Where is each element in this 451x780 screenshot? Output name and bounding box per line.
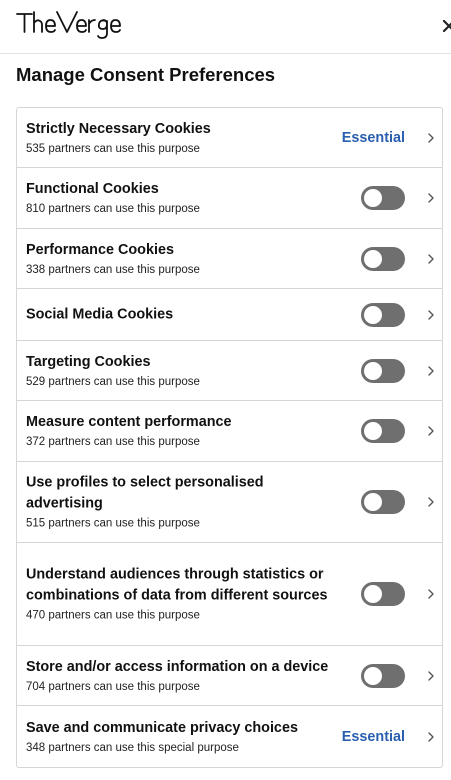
toggle-knob — [364, 493, 382, 511]
page-title: Manage Consent Preferences — [16, 64, 276, 85]
consent-title: Understand audiences through statistics … — [26, 566, 328, 604]
consent-list: Strictly Necessary Cookies 535 partners c… — [16, 107, 443, 768]
toggle-knob — [364, 305, 382, 324]
consent-toggle[interactable] — [361, 186, 405, 210]
consent-row-performance-cookies[interactable]: Performance Cookies 338 partners can use … — [16, 229, 443, 289]
consent-title: Save and communicate privacy choices — [26, 719, 298, 736]
consent-row-text: Measure content performance 372 partners … — [26, 412, 332, 450]
close-icon[interactable] — [441, 14, 451, 38]
consent-title: Performance Cookies — [26, 241, 174, 258]
consent-row-text: Social Media Cookies — [26, 304, 332, 325]
essential-label: Essential — [341, 129, 405, 146]
partner-count: 529 partners can use this purpose — [26, 375, 200, 388]
chevron-right-icon[interactable] — [427, 365, 435, 377]
chevron-right-icon[interactable] — [427, 253, 435, 265]
consent-row-text: Store and/or access information on a dev… — [26, 657, 332, 695]
consent-row-strictly-necessary-cookies[interactable]: Strictly Necessary Cookies 535 partners c… — [16, 107, 443, 168]
toggle-knob — [364, 422, 382, 440]
consent-row-text: Save and communicate privacy choices 348 … — [26, 718, 332, 756]
consent-row-social-media-cookies[interactable]: Social Media Cookies — [16, 289, 443, 341]
consent-row-text: Performance Cookies 338 partners can use … — [26, 240, 332, 278]
consent-row-text: Use profiles to select personalised adve… — [26, 473, 332, 532]
consent-title: Social Media Cookies — [26, 306, 174, 322]
partner-count: 515 partners can use this purpose — [26, 517, 200, 530]
consent-row-use-profiles-to-select-personalised-adve[interactable]: Use profiles to select personalised adve… — [16, 462, 443, 543]
partner-count: 348 partners can use this special purpos… — [26, 741, 239, 754]
consent-row-understand-audiences-through-statistics-[interactable]: Understand audiences through statistics … — [16, 543, 443, 646]
consent-row-text: Strictly Necessary Cookies 535 partners c… — [26, 119, 332, 157]
chevron-right-icon[interactable] — [427, 496, 435, 508]
partner-count: 810 partners can use this purpose — [26, 203, 200, 215]
consent-title: Store and/or access information on a dev… — [26, 658, 329, 675]
consent-row-text: Understand audiences through statistics … — [26, 565, 332, 624]
consent-row-measure-content-performance[interactable]: Measure content performance 372 partners … — [16, 401, 443, 462]
consent-toggle[interactable] — [361, 302, 405, 327]
partner-count: 338 partners can use this purpose — [26, 263, 200, 276]
partner-count: 470 partners can use this purpose — [26, 609, 200, 622]
chevron-right-icon[interactable] — [427, 425, 435, 437]
essential-label: Essential — [341, 728, 405, 745]
consent-row-store-and-or-access-information-on-a-dev[interactable]: Store and/or access information on a dev… — [16, 646, 443, 706]
toggle-knob — [364, 249, 382, 268]
consent-row-targeting-cookies[interactable]: Targeting Cookies 529 partners can use th… — [16, 341, 443, 401]
consent-toggle[interactable] — [361, 419, 405, 443]
consent-row-text: Functional Cookies 810 partners can use t… — [26, 179, 332, 217]
consent-dialog: Manage Consent Preferences Strictly Nece… — [0, 0, 451, 780]
consent-row-text: Targeting Cookies 529 partners can use th… — [26, 352, 332, 390]
chevron-right-icon[interactable] — [427, 132, 435, 144]
chevron-right-icon[interactable] — [427, 309, 435, 321]
partner-count: 535 partners can use this purpose — [26, 142, 200, 155]
partner-count: 704 partners can use this purpose — [26, 680, 200, 693]
chevron-right-icon[interactable] — [427, 192, 435, 204]
consent-toggle[interactable] — [361, 663, 405, 688]
consent-title: Targeting Cookies — [26, 353, 151, 370]
chevron-right-icon[interactable] — [427, 731, 435, 743]
consent-title: Strictly Necessary Cookies — [26, 120, 211, 137]
consent-toggle[interactable] — [361, 490, 405, 514]
consent-title: Measure content performance — [26, 414, 232, 430]
consent-row-functional-cookies[interactable]: Functional Cookies 810 partners can use t… — [16, 168, 443, 229]
toggle-knob — [364, 585, 382, 603]
header-bar — [0, 0, 451, 54]
partner-count: 372 partners can use this purpose — [26, 436, 200, 448]
consent-row-save-and-communicate-privacy-choices[interactable]: Save and communicate privacy choices 348 … — [16, 706, 443, 768]
toggle-knob — [364, 189, 382, 207]
consent-toggle[interactable] — [361, 582, 405, 606]
chevron-right-icon[interactable] — [427, 588, 435, 600]
consent-toggle[interactable] — [361, 358, 405, 383]
consent-title: Use profiles to select personalised adve… — [26, 474, 264, 512]
the-verge-logo — [16, 11, 121, 39]
toggle-knob — [364, 361, 382, 380]
consent-title: Functional Cookies — [26, 181, 159, 197]
chevron-right-icon[interactable] — [427, 670, 435, 682]
consent-toggle[interactable] — [361, 246, 405, 271]
toggle-knob — [364, 666, 382, 685]
